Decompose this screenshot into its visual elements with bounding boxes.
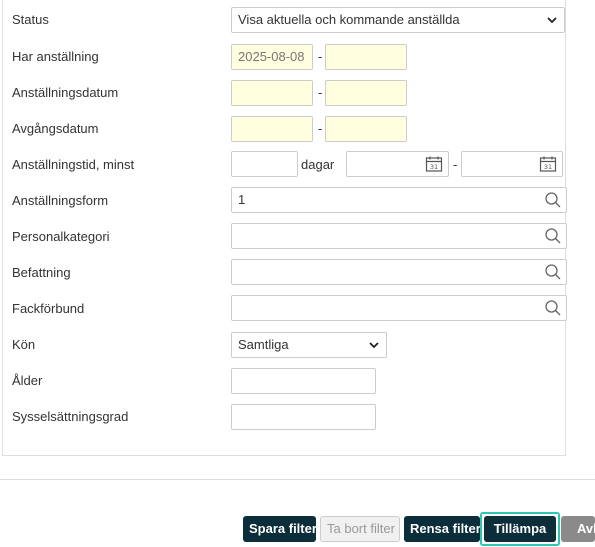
employment-rate-label: Sysselsättningsgrad bbox=[12, 409, 129, 424]
employment-form-value: 1 bbox=[238, 192, 246, 207]
staff-category-label: Personalkategori bbox=[12, 229, 110, 244]
employment-form-label: Anställningsform bbox=[12, 193, 109, 208]
svg-text:31: 31 bbox=[544, 163, 552, 171]
status-label: Status bbox=[12, 12, 49, 27]
search-icon[interactable] bbox=[544, 191, 562, 209]
gender-value: Samtliga bbox=[238, 337, 289, 352]
gender-select[interactable]: Samtliga bbox=[231, 332, 387, 358]
tenure-from-date[interactable]: 31 bbox=[346, 151, 449, 177]
employment-date-label: Anställningsdatum bbox=[12, 85, 119, 100]
union-label: Fackförbund bbox=[12, 301, 85, 316]
date-separator: - bbox=[318, 49, 323, 64]
status-value: Visa aktuella och kommande anställda bbox=[238, 12, 460, 27]
staff-category-lookup[interactable] bbox=[231, 223, 567, 249]
gender-label: Kön bbox=[12, 337, 36, 352]
calendar-icon[interactable]: 31 bbox=[539, 155, 557, 173]
employment-label: Har anställning bbox=[12, 49, 99, 64]
age-label: Ålder bbox=[12, 373, 43, 388]
position-lookup[interactable] bbox=[231, 259, 567, 285]
clear-filter-button[interactable]: Rensa filter bbox=[404, 516, 481, 542]
departure-date-to[interactable] bbox=[325, 116, 407, 142]
departure-date-label: Avgångsdatum bbox=[12, 121, 99, 136]
employment-form-lookup[interactable]: 1 bbox=[231, 187, 567, 213]
search-icon[interactable] bbox=[544, 263, 562, 281]
save-filter-button[interactable]: Spara filter bbox=[243, 516, 317, 542]
date-separator: - bbox=[318, 85, 323, 100]
search-icon[interactable] bbox=[544, 227, 562, 245]
employment-from-date[interactable]: 2025-08-08 bbox=[231, 44, 313, 70]
employment-to-date[interactable] bbox=[325, 44, 407, 70]
status-select[interactable]: Visa aktuella och kommande anställda bbox=[231, 7, 565, 33]
tenure-days-unit: dagar bbox=[301, 157, 335, 172]
footer-divider bbox=[0, 479, 595, 480]
union-lookup[interactable] bbox=[231, 295, 567, 321]
employment-date-from[interactable] bbox=[231, 80, 313, 106]
date-separator: - bbox=[318, 121, 323, 136]
employment-date-to[interactable] bbox=[325, 80, 407, 106]
search-icon[interactable] bbox=[544, 299, 562, 317]
svg-text:31: 31 bbox=[430, 163, 438, 171]
age-input[interactable] bbox=[231, 368, 376, 394]
tenure-label: Anställningstid, minst bbox=[12, 157, 135, 172]
employment-rate-input[interactable] bbox=[231, 404, 376, 430]
cancel-button[interactable]: Avbryt bbox=[561, 516, 595, 542]
calendar-icon[interactable]: 31 bbox=[425, 155, 443, 173]
delete-filter-button[interactable]: Ta bort filter bbox=[320, 516, 400, 542]
departure-date-from[interactable] bbox=[231, 116, 313, 142]
chevron-down-icon bbox=[369, 342, 379, 349]
position-label: Befattning bbox=[12, 265, 71, 280]
date-separator: - bbox=[453, 157, 458, 172]
chevron-down-icon bbox=[547, 17, 557, 24]
tenure-days-input[interactable] bbox=[231, 151, 298, 177]
tenure-to-date[interactable]: 31 bbox=[461, 151, 563, 177]
apply-button[interactable]: Tillämpa bbox=[484, 516, 556, 542]
